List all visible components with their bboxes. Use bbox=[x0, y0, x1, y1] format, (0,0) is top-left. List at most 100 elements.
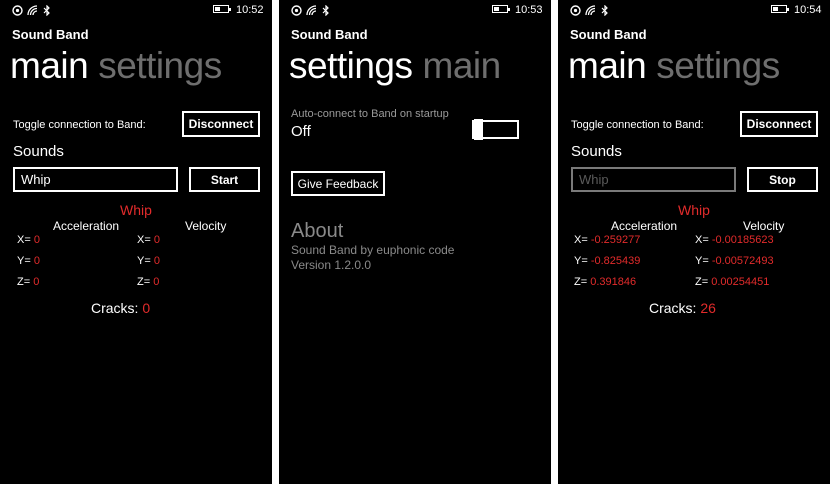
cracks-label: Cracks: bbox=[649, 300, 697, 316]
accel-z-label: Z= bbox=[17, 276, 31, 288]
cracks-value: 26 bbox=[700, 300, 716, 316]
sounds-label: Sounds bbox=[571, 143, 622, 160]
about-title: About bbox=[291, 220, 344, 242]
accel-x-row: X= -0.259277 bbox=[574, 234, 640, 246]
accel-z-row: Z= 0.391846 bbox=[574, 276, 636, 288]
autoconnect-toggle[interactable] bbox=[472, 119, 519, 140]
give-feedback-button[interactable]: Give Feedback bbox=[291, 171, 385, 196]
sound-select-input[interactable]: Whip bbox=[13, 167, 178, 192]
vel-z-row: Z= 0.00254451 bbox=[695, 276, 769, 288]
status-bar-icons bbox=[570, 3, 609, 17]
bluetooth-icon bbox=[43, 4, 50, 16]
autoconnect-label: Auto-connect to Band on startup bbox=[291, 108, 449, 120]
wifi-icon bbox=[585, 4, 596, 15]
vel-y-row: Y= 0 bbox=[137, 255, 160, 267]
battery-fill bbox=[773, 7, 779, 11]
cracks-counter: Cracks: 26 bbox=[649, 300, 716, 316]
vel-x-value: -0.00185623 bbox=[711, 234, 774, 246]
about-version: Version 1.2.0.0 bbox=[291, 258, 372, 272]
sound-title: Whip bbox=[120, 202, 152, 218]
accel-z-label: Z= bbox=[574, 276, 588, 288]
autoconnect-state: Off bbox=[291, 123, 311, 140]
battery-icon bbox=[492, 5, 510, 13]
battery-fill bbox=[215, 7, 221, 11]
vel-y-label: Y= bbox=[695, 255, 709, 267]
cracks-counter: Cracks: 0 bbox=[91, 300, 150, 316]
toggle-connection-label: Toggle connection to Band: bbox=[13, 119, 146, 131]
sounds-label: Sounds bbox=[13, 143, 64, 160]
vel-y-value: 0 bbox=[153, 255, 160, 267]
vel-x-value: 0 bbox=[153, 234, 160, 246]
wifi-icon bbox=[27, 4, 38, 15]
vel-z-row: Z= 0 bbox=[137, 276, 159, 288]
disconnect-button[interactable]: Disconnect bbox=[740, 111, 818, 137]
status-bar-icons bbox=[291, 3, 330, 17]
app-title: Sound Band bbox=[12, 27, 89, 42]
sound-title: Whip bbox=[678, 202, 710, 218]
battery-icon bbox=[771, 5, 789, 13]
wifi-icon bbox=[306, 4, 317, 15]
disconnect-button[interactable]: Disconnect bbox=[182, 111, 260, 137]
cracks-value: 0 bbox=[142, 300, 151, 316]
accel-y-label: Y= bbox=[574, 255, 588, 267]
accel-y-label: Y= bbox=[17, 255, 31, 267]
about-author: Sound Band by euphonic code bbox=[291, 243, 455, 257]
pivot-tab-main[interactable]: main bbox=[568, 45, 647, 87]
status-bar-icons bbox=[12, 3, 51, 17]
accel-x-row: X= 0 bbox=[17, 234, 40, 246]
acceleration-header: Acceleration bbox=[611, 219, 678, 233]
accel-z-row: Z= 0 bbox=[17, 276, 39, 288]
vel-y-value: -0.00572493 bbox=[711, 255, 774, 267]
velocity-header: Velocity bbox=[185, 219, 227, 233]
accel-y-value: 0 bbox=[33, 255, 40, 267]
sound-select-input[interactable]: Whip bbox=[571, 167, 736, 192]
accel-y-value: -0.825439 bbox=[590, 255, 641, 267]
vel-x-row: X= 0 bbox=[137, 234, 160, 246]
accel-z-value: 0 bbox=[33, 276, 40, 288]
cracks-label: Cracks: bbox=[91, 300, 139, 316]
status-time: 10:52 bbox=[236, 4, 264, 16]
vel-x-label: X= bbox=[137, 234, 151, 246]
battery-fill bbox=[494, 7, 500, 11]
toggle-thumb[interactable] bbox=[474, 119, 483, 140]
vel-z-label: Z= bbox=[695, 276, 709, 288]
vel-x-row: X= -0.00185623 bbox=[695, 234, 774, 246]
band-icon bbox=[291, 4, 302, 16]
bluetooth-icon bbox=[322, 4, 329, 16]
pivot-header: main settings bbox=[568, 45, 780, 87]
acceleration-header: Acceleration bbox=[53, 219, 120, 233]
pivot-tab-main[interactable]: main bbox=[10, 45, 89, 87]
phone-screen-main-active: 10:54 Sound Band main settings Toggle co… bbox=[558, 0, 830, 484]
battery-icon bbox=[213, 5, 231, 13]
accel-z-value: 0.391846 bbox=[590, 276, 637, 288]
phone-screen-settings: 10:53 Sound Band settings main Auto-conn… bbox=[279, 0, 551, 484]
status-time: 10:53 bbox=[515, 4, 543, 16]
accel-y-row: Y= -0.825439 bbox=[574, 255, 640, 267]
accel-x-label: X= bbox=[574, 234, 588, 246]
bluetooth-icon bbox=[601, 4, 608, 16]
pivot-tab-settings[interactable]: settings bbox=[656, 45, 780, 87]
vel-y-label: Y= bbox=[137, 255, 151, 267]
vel-z-value: 0 bbox=[153, 276, 160, 288]
band-icon bbox=[570, 4, 581, 16]
accel-y-row: Y= 0 bbox=[17, 255, 40, 267]
pivot-tab-settings[interactable]: settings bbox=[289, 45, 413, 87]
pivot-header: settings main bbox=[289, 45, 501, 87]
phone-screen-main-idle: 10:52 Sound Band main settings Toggle co… bbox=[0, 0, 272, 484]
pivot-header: main settings bbox=[10, 45, 222, 87]
pivot-tab-main[interactable]: main bbox=[423, 45, 502, 87]
app-title: Sound Band bbox=[291, 27, 368, 42]
app-title: Sound Band bbox=[570, 27, 647, 42]
band-icon bbox=[12, 4, 23, 16]
vel-z-label: Z= bbox=[137, 276, 151, 288]
velocity-header: Velocity bbox=[743, 219, 785, 233]
vel-x-label: X= bbox=[695, 234, 709, 246]
pivot-tab-settings[interactable]: settings bbox=[98, 45, 222, 87]
accel-x-value: 0 bbox=[33, 234, 40, 246]
accel-x-value: -0.259277 bbox=[590, 234, 641, 246]
status-time: 10:54 bbox=[794, 4, 822, 16]
accel-x-label: X= bbox=[17, 234, 31, 246]
start-button[interactable]: Start bbox=[189, 167, 260, 192]
stop-button[interactable]: Stop bbox=[747, 167, 818, 192]
vel-y-row: Y= -0.00572493 bbox=[695, 255, 774, 267]
